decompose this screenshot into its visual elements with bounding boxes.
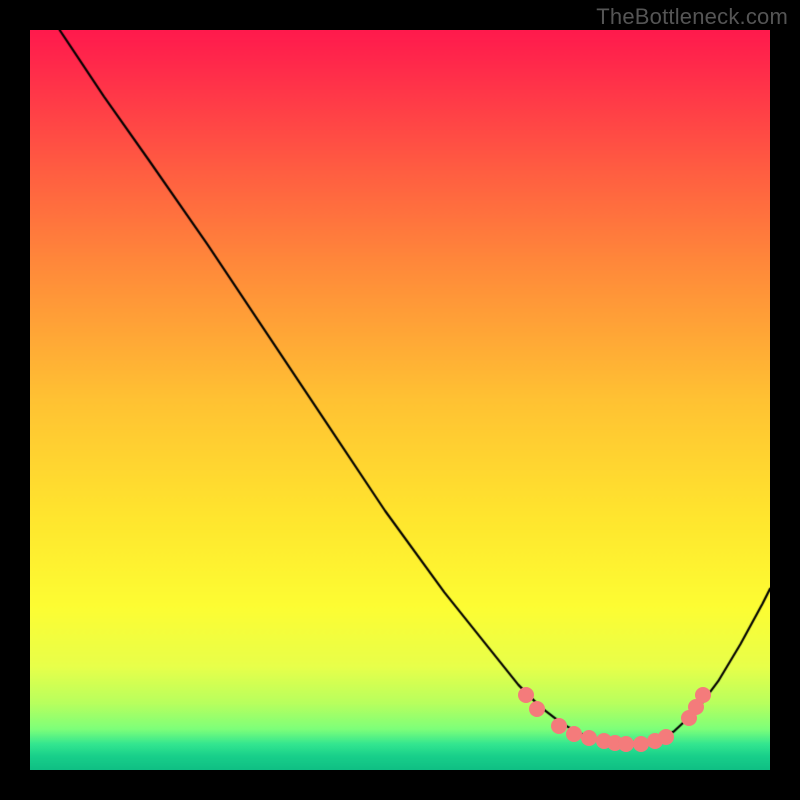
data-point bbox=[566, 726, 582, 742]
data-point bbox=[529, 701, 545, 717]
bottleneck-curve bbox=[30, 30, 770, 770]
data-point bbox=[518, 687, 534, 703]
data-point bbox=[633, 736, 649, 752]
data-point bbox=[618, 736, 634, 752]
data-point bbox=[551, 718, 567, 734]
data-point bbox=[658, 729, 674, 745]
plot-area bbox=[30, 30, 770, 770]
data-point bbox=[581, 730, 597, 746]
data-point bbox=[695, 687, 711, 703]
watermark-text: TheBottleneck.com bbox=[596, 4, 788, 30]
